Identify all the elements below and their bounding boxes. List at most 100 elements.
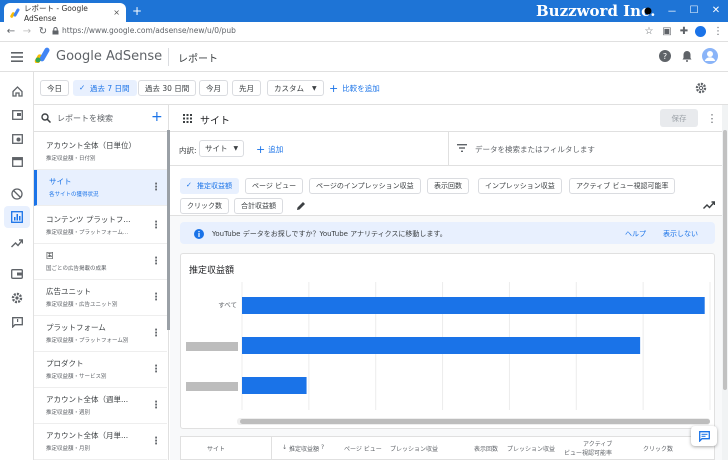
more-vert-icon[interactable]: ⋮ [151, 256, 161, 267]
metric-chip-active-view[interactable]: アクティブ ビュー視認可能率 [569, 178, 676, 194]
optimization-trend-icon[interactable] [8, 234, 26, 252]
list-item[interactable]: 国 国ごとの広告掲載の成果 ⋮ [34, 244, 167, 280]
forward-icon[interactable]: → [20, 24, 34, 38]
table-header-clicks[interactable]: クリック数 [643, 444, 673, 453]
date-chip-this-month[interactable]: 今月 [199, 80, 228, 96]
help-mini-icon: ? [321, 444, 325, 451]
product-name: Google AdSense [56, 49, 163, 64]
add-breakdown-button[interactable]: + 追加 [256, 143, 283, 156]
table-header-site[interactable]: サイト [207, 444, 225, 453]
save-button[interactable]: 保存 [660, 109, 698, 127]
extension-icon[interactable]: ▣ [660, 24, 674, 38]
list-item[interactable]: プロダクト 推定収益額・サービス別 ⋮ [34, 352, 167, 388]
account-settings-gear-icon[interactable] [8, 289, 26, 307]
report-item-subtitle: 推定収益額・月別 [46, 446, 91, 452]
more-vert-icon[interactable]: ⋮ [151, 220, 161, 231]
list-item[interactable]: アカウント全体（日単位） 推定収益額・日付別 [34, 134, 167, 170]
window-close-icon[interactable]: ✕ [708, 2, 724, 18]
reload-icon[interactable]: ↻ [36, 24, 50, 38]
puzzle-icon[interactable]: ✚ [677, 24, 691, 38]
info-dismiss-link[interactable]: 表示しない [663, 229, 698, 239]
hamburger-menu-icon[interactable] [8, 49, 26, 65]
trend-chart-icon[interactable] [702, 199, 716, 211]
list-item[interactable]: 広告ユニット 推定収益額・広告ユニット別 ⋮ [34, 280, 167, 316]
date-chip-custom[interactable]: カスタム ▼ [267, 80, 324, 96]
bar-chart: すべて [186, 282, 711, 410]
more-vert-icon[interactable]: ⋮ [151, 364, 161, 375]
browser-menu-icon[interactable]: ⋮ [711, 24, 725, 38]
chart-bar[interactable] [242, 377, 307, 394]
feedback-chat-button[interactable] [691, 426, 717, 446]
date-chip-last-30-days[interactable]: 過去 30 日間 [138, 80, 197, 96]
more-vert-icon[interactable]: ⋮ [151, 182, 161, 193]
date-chip-label: 過去 7 日間 [90, 83, 130, 93]
payments-icon[interactable] [8, 265, 26, 283]
metric-chip-estimated-earnings[interactable]: ✓ 推定収益額 [180, 178, 239, 194]
edit-pencil-icon[interactable] [294, 199, 308, 213]
report-more-icon[interactable]: ⋮ [706, 111, 718, 125]
browser-tab[interactable]: レポート - Google AdSense × [4, 3, 126, 23]
table-header-estimated-earnings[interactable]: ↓ 推定収益額 ? [282, 444, 324, 453]
metric-chip-page-rpm[interactable]: ページのインプレッション収益 [309, 178, 421, 194]
table-header-impression-rpm[interactable]: プレッション収益 [507, 444, 555, 453]
privacy-messaging-icon[interactable] [8, 153, 26, 171]
report-item-subtitle: 推定収益額・週別 [46, 410, 91, 416]
more-vert-icon[interactable]: ⋮ [151, 292, 161, 303]
table-header-label: 推定収益額 [289, 446, 320, 453]
report-search-input[interactable]: レポートを検索 [57, 113, 113, 124]
filter-search-input[interactable]: データを検索またはフィルタします [475, 144, 595, 155]
breakdown-filter-row [170, 132, 728, 166]
chart-bar[interactable] [242, 297, 705, 314]
more-vert-icon[interactable]: ⋮ [151, 400, 161, 411]
info-help-link[interactable]: ヘルプ [625, 229, 646, 239]
sites-icon[interactable] [8, 130, 26, 148]
settings-gear-icon[interactable] [694, 81, 708, 95]
report-item-title: プロダクト [46, 359, 84, 368]
new-tab-icon[interactable]: + [130, 4, 144, 18]
list-item[interactable]: プラットフォーム 推定収益額・プラットフォーム別 ⋮ [34, 316, 167, 352]
new-report-plus-icon[interactable]: + [151, 109, 163, 125]
url-field[interactable]: https://www.google.com/adsense/new/u/0/p… [62, 26, 236, 35]
list-item[interactable]: コンテンツ プラットフ... 推定収益額・プラットフォーム... ⋮ [34, 208, 167, 244]
feedback-icon[interactable] [8, 313, 26, 331]
chart-horizontal-scrollbar[interactable] [240, 419, 710, 424]
maximize-icon[interactable]: ☐ [686, 2, 702, 18]
table-header-page-views[interactable]: ページ ビュー [344, 444, 382, 453]
add-comparison-button[interactable]: + 比較を追加 [329, 82, 380, 95]
account-avatar-icon[interactable] [694, 25, 707, 38]
blocking-controls-icon[interactable] [8, 185, 26, 203]
more-vert-icon[interactable]: ⋮ [151, 436, 161, 447]
tab-close-icon[interactable]: × [113, 8, 120, 17]
date-chip-today[interactable]: 今日 [40, 80, 69, 96]
list-item[interactable]: アカウント全体（月単... 推定収益額・月別 ⋮ [34, 424, 167, 460]
list-item[interactable]: アカウント全体（週単... 推定収益額・週別 ⋮ [34, 388, 167, 424]
minimize-icon[interactable]: － [664, 2, 680, 18]
chart-bar[interactable] [242, 337, 641, 354]
user-avatar[interactable] [701, 47, 719, 65]
list-item-selected[interactable]: サイト 各サイトの獲得状況 ⋮ [34, 170, 167, 206]
add-comparison-label: 比較を追加 [342, 84, 380, 93]
custom-label: カスタム [274, 83, 304, 93]
back-icon[interactable]: ← [4, 24, 18, 38]
report-item-title: 広告ユニット [46, 287, 91, 296]
bookmark-star-icon[interactable]: ☆ [642, 24, 656, 38]
more-vert-icon[interactable]: ⋮ [151, 328, 161, 339]
main-scrollbar[interactable] [723, 130, 727, 390]
date-chip-last-7-days[interactable]: ✓ 過去 7 日間 [73, 80, 137, 96]
metric-chip-impressions[interactable]: 表示回数 [427, 178, 469, 194]
table-header-impressions[interactable]: 表示回数 [474, 444, 498, 453]
metric-chip-total-earnings[interactable]: 合計収益額 [234, 198, 283, 214]
metric-chip-impression-rpm[interactable]: インプレッション収益 [478, 178, 562, 194]
metric-chip-clicks[interactable]: クリック数 [180, 198, 229, 214]
table-header-page-rpm[interactable]: プレッション収益 [390, 444, 438, 453]
metric-chip-page-views[interactable]: ページ ビュー [245, 178, 304, 194]
date-chip-last-month[interactable]: 先月 [232, 80, 261, 96]
home-icon[interactable] [8, 82, 26, 100]
notifications-bell-icon[interactable] [680, 49, 694, 63]
breakdown-label: 内訳: [179, 146, 197, 155]
help-icon[interactable]: ? [658, 49, 672, 63]
reports-icon[interactable] [4, 206, 30, 228]
table-header-active-view[interactable]: アクティブ [583, 439, 612, 448]
ads-icon[interactable] [8, 106, 26, 124]
breakdown-select[interactable]: サイト ▼ [199, 140, 245, 157]
